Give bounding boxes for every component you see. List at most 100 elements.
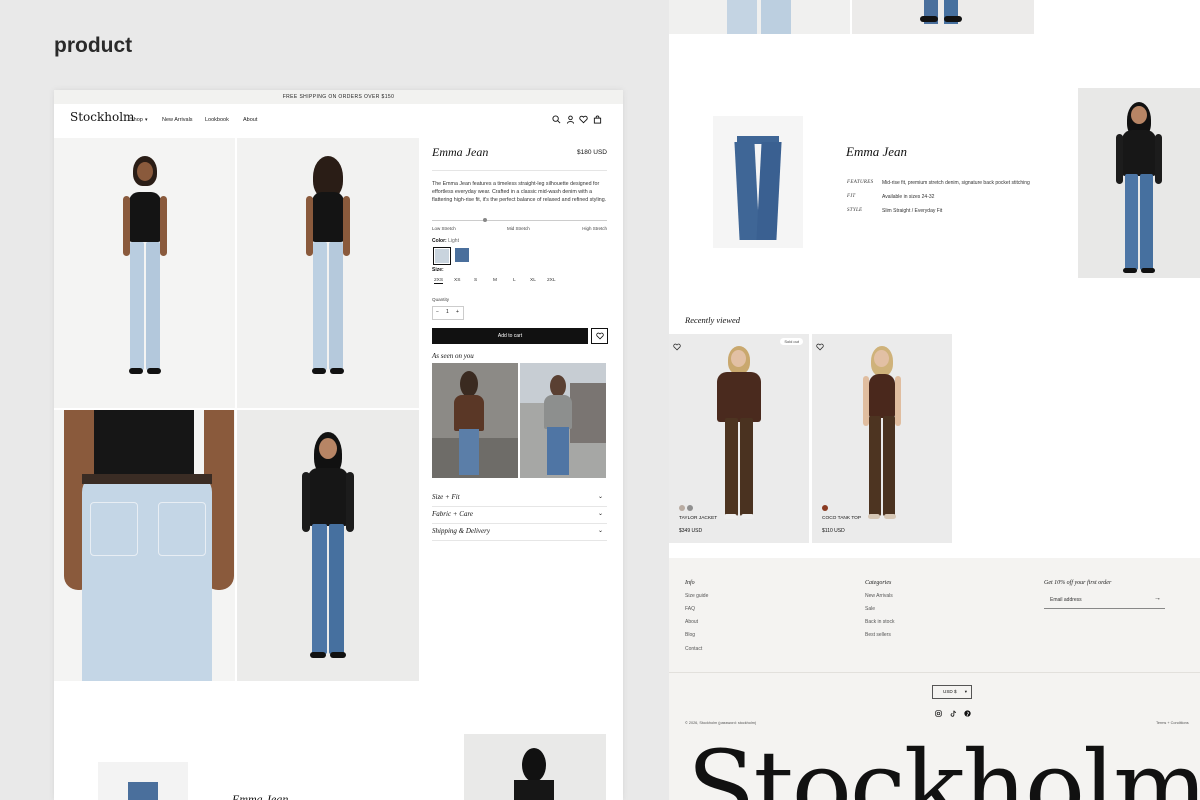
pinterest-icon[interactable] [964, 704, 971, 722]
footer-link-contact[interactable]: Contact [685, 646, 702, 652]
color-dot[interactable] [679, 505, 685, 511]
feature-value-fit: Available in sizes 24-32 [882, 194, 935, 200]
site-footer: Info Size guide FAQ About Blog Contact C… [669, 558, 1200, 800]
size-option-xs[interactable]: XS [454, 278, 460, 283]
account-icon[interactable] [565, 115, 575, 125]
chevron-down-icon: ⌄ [597, 511, 603, 517]
accordion-size-fit[interactable]: Size + Fit ⌄ [432, 490, 607, 507]
lower-product-title: Emma Jean [232, 792, 289, 800]
person-jeans [459, 429, 479, 475]
product-card-price: $349 USD [679, 528, 703, 534]
accordion-fabric-care[interactable]: Fabric + Care ⌄ [432, 507, 607, 524]
model-figure [711, 346, 767, 526]
color-dot[interactable] [687, 505, 693, 511]
person-sweater [544, 395, 572, 429]
quantity-value[interactable]: 1 [446, 309, 449, 315]
search-icon[interactable] [551, 115, 561, 125]
heart-icon[interactable] [816, 338, 824, 356]
feature-model-photo [1078, 88, 1200, 278]
lower-model-photo [464, 734, 606, 800]
terms-link[interactable]: Terms + Conditions [1156, 721, 1189, 725]
hair-shape [522, 748, 546, 782]
product-photo-styled[interactable] [237, 410, 419, 681]
footer-link-faq[interactable]: FAQ [685, 606, 695, 612]
copyright-text: © 2026, Stockholm (password: stockholm) [685, 721, 757, 725]
pocket-detail [158, 502, 206, 556]
heart-icon[interactable] [673, 338, 681, 356]
wishlist-icon[interactable] [578, 115, 588, 125]
top-shape [514, 780, 554, 800]
tiktok-icon[interactable] [950, 704, 957, 722]
arrow-right-icon[interactable]: → [1154, 595, 1161, 602]
color-dot[interactable] [822, 505, 828, 511]
email-field[interactable]: Email address → [1044, 594, 1165, 609]
product-card-name: TAYLOR JACKET [679, 516, 718, 521]
sold-out-badge: Sold out [780, 338, 803, 345]
footer-link-size-guide[interactable]: Size guide [685, 593, 708, 599]
shoe-shape [920, 16, 938, 22]
size-option-2xl[interactable]: 2XL [547, 278, 556, 283]
ugc-photo-1[interactable] [432, 363, 518, 478]
nav-lookbook[interactable]: Lookbook [205, 117, 229, 123]
size-option-s[interactable]: S [474, 278, 477, 283]
model-figure [296, 432, 360, 667]
color-swatch-mid[interactable] [455, 248, 469, 262]
quantity-plus-button[interactable]: + [456, 309, 459, 315]
store-logo[interactable]: Stockholm [70, 110, 134, 124]
footer-link-best-sellers[interactable]: Best sellers [865, 632, 891, 638]
add-to-wishlist-button[interactable] [591, 328, 608, 344]
cropped-photo-2 [852, 0, 1034, 34]
color-label: Color: [432, 238, 447, 244]
person-jacket [454, 395, 484, 431]
footer-categories-title: Categories [865, 580, 892, 586]
nav-new-arrivals[interactable]: New Arrivals [162, 117, 193, 123]
size-option-xl[interactable]: XL [530, 278, 536, 283]
feature-value-features: Mid-rise fit, premium stretch denim, sig… [882, 180, 1030, 186]
model-figure [1114, 102, 1164, 274]
feature-title: Emma Jean [846, 144, 908, 159]
nav-about[interactable]: About [243, 117, 257, 123]
nav-shop[interactable]: Shop [130, 117, 143, 123]
ugc-photo-2[interactable] [520, 363, 606, 478]
chevron-down-icon: ⌄ [597, 528, 603, 534]
product-page-preview: FREE SHIPPING ON ORDERS OVER $150 Stockh… [54, 90, 623, 800]
product-card-taylor-jacket[interactable]: Sold out TAYLOR JACKET $349 USD [669, 334, 809, 543]
top-detail [94, 410, 194, 474]
site-header: Stockholm Shop ▾ New Arrivals Lookbook A… [54, 104, 623, 138]
feature-key-fit: FIT [847, 194, 856, 199]
add-to-cart-button[interactable]: Add to cart [432, 328, 588, 344]
product-card-coco-tank-top[interactable]: COCO TANK TOP $110 USD [812, 334, 952, 543]
quantity-stepper[interactable]: − 1 + [432, 306, 464, 320]
chevron-down-icon: ⌄ [597, 494, 603, 500]
size-option-m[interactable]: M [493, 278, 497, 283]
stretch-slider-knob [482, 218, 487, 222]
stretch-label-high: High Stretch [582, 226, 607, 231]
footer-link-sale[interactable]: Sale [865, 606, 875, 612]
jeans-shape [128, 782, 158, 800]
model-figure [115, 156, 175, 386]
cropped-photo-1 [669, 0, 850, 34]
quantity-minus-button[interactable]: − [436, 309, 439, 315]
footer-link-blog[interactable]: Blog [685, 632, 695, 638]
product-page-continuation: Emma Jean FEATURES Mid-rise fit, premium… [669, 0, 1200, 800]
product-photo-back[interactable] [237, 138, 419, 408]
footer-link-about[interactable]: About [685, 619, 698, 625]
footer-link-new-arrivals[interactable]: New Arrivals [865, 593, 893, 599]
feature-value-style: Slim Straight / Everyday Fit [882, 208, 943, 214]
person-hair [550, 375, 566, 397]
chevron-down-icon[interactable]: ▾ [145, 117, 148, 123]
footer-link-back-in-stock[interactable]: Back in stock [865, 619, 894, 625]
size-option-2xs[interactable]: 2XS [434, 278, 444, 284]
currency-selector[interactable]: USD $ ▾ [932, 685, 972, 699]
belt-detail [82, 474, 212, 484]
stretch-label-mid: Mid Stretch [507, 226, 530, 231]
color-swatch-light[interactable] [433, 247, 451, 265]
accordion-shipping-delivery[interactable]: Shipping & Delivery ⌄ [432, 524, 607, 541]
instagram-icon[interactable] [935, 704, 942, 722]
cart-icon[interactable] [592, 115, 602, 125]
feature-key-features: FEATURES [847, 180, 874, 185]
product-photo-front[interactable] [54, 138, 235, 408]
pocket-detail [90, 502, 138, 556]
size-option-l[interactable]: L [513, 278, 516, 283]
product-photo-detail[interactable] [54, 410, 235, 681]
